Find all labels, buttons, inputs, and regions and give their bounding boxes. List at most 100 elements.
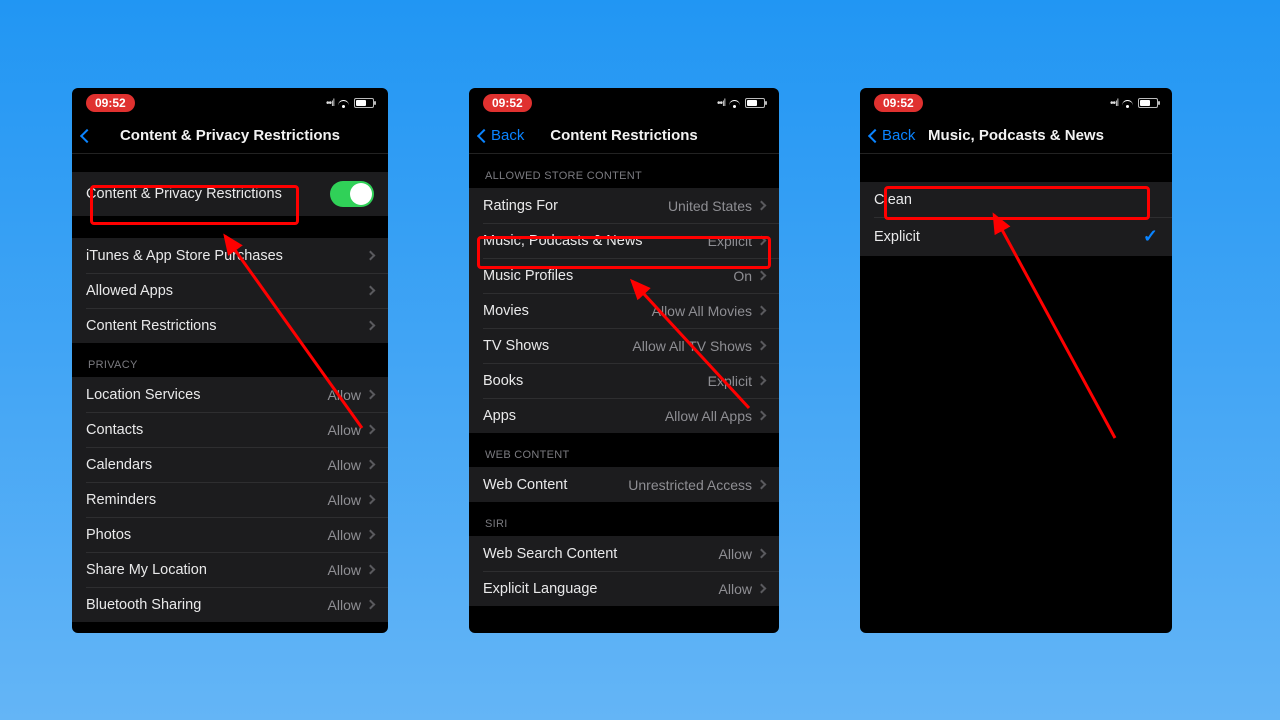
chevron-right-icon	[757, 306, 767, 316]
wifi-icon	[338, 98, 350, 108]
checkmark-icon: ✓	[1143, 226, 1158, 247]
chevron-left-icon	[477, 128, 491, 142]
row-value: Allow	[328, 492, 361, 508]
chevron-right-icon	[366, 530, 376, 540]
movies-row[interactable]: Movies Allow All Movies	[469, 293, 779, 328]
row-label: Music Profiles	[483, 268, 733, 284]
row-label: Movies	[483, 303, 652, 319]
row-value: Allow	[719, 546, 752, 562]
content-scroll[interactable]: Content & Privacy Restrictions iTunes & …	[72, 154, 388, 633]
recording-time-pill: 09:52	[86, 94, 135, 112]
row-label: Clean	[874, 192, 1158, 208]
row-value: Allow	[328, 597, 361, 613]
row-value: Allow	[328, 457, 361, 473]
allowed-store-content-header: ALLOWED STORE CONTENT	[469, 154, 779, 188]
row-value: Explicit	[708, 233, 752, 249]
privacy-section-header: PRIVACY	[72, 343, 388, 377]
row-value: Allow	[719, 581, 752, 597]
nav-bar: Back Content Restrictions	[469, 118, 779, 154]
nav-bar: Content & Privacy Restrictions	[72, 118, 388, 154]
row-label: Photos	[86, 527, 328, 543]
web-content-row[interactable]: Web Content Unrestricted Access	[469, 467, 779, 502]
siri-header: SIRI	[469, 502, 779, 536]
books-row[interactable]: Books Explicit	[469, 363, 779, 398]
itunes-app-store-purchases-row[interactable]: iTunes & App Store Purchases	[72, 238, 388, 273]
share-my-location-row[interactable]: Share My Location Allow	[72, 552, 388, 587]
web-content-header: WEB CONTENT	[469, 433, 779, 467]
content-scroll[interactable]: ALLOWED STORE CONTENT Ratings For United…	[469, 154, 779, 633]
row-label: Contacts	[86, 422, 328, 438]
row-label: Books	[483, 373, 708, 389]
row-value: On	[733, 268, 752, 284]
row-label: Apps	[483, 408, 665, 424]
chevron-right-icon	[366, 600, 376, 610]
wifi-icon	[1122, 98, 1134, 108]
chevron-left-icon	[80, 128, 94, 142]
explicit-language-row[interactable]: Explicit Language Allow	[469, 571, 779, 606]
row-label: Explicit Language	[483, 581, 719, 597]
store-content-group: Ratings For United States Music, Podcast…	[469, 188, 779, 433]
chevron-right-icon	[366, 565, 376, 575]
content-restrictions-row[interactable]: Content Restrictions	[72, 308, 388, 343]
clean-option-row[interactable]: Clean	[860, 182, 1172, 217]
row-label: Share My Location	[86, 562, 328, 578]
cellular-signal-icon	[717, 97, 725, 109]
apps-row[interactable]: Apps Allow All Apps	[469, 398, 779, 433]
back-button[interactable]: Back	[870, 127, 915, 144]
reminders-row[interactable]: Reminders Allow	[72, 482, 388, 517]
battery-icon	[1138, 98, 1158, 108]
back-button[interactable]: Back	[479, 127, 524, 144]
chevron-left-icon	[868, 128, 882, 142]
row-value: Allow	[328, 527, 361, 543]
chevron-right-icon	[757, 549, 767, 559]
row-value: United States	[668, 198, 752, 214]
row-label: Web Search Content	[483, 546, 719, 562]
music-profiles-row[interactable]: Music Profiles On	[469, 258, 779, 293]
row-label: iTunes & App Store Purchases	[86, 248, 367, 264]
bluetooth-sharing-row[interactable]: Bluetooth Sharing Allow	[72, 587, 388, 622]
web-content-group: Web Content Unrestricted Access	[469, 467, 779, 502]
chevron-right-icon	[366, 251, 376, 261]
privacy-group: Location Services Allow Contacts Allow C…	[72, 377, 388, 622]
back-label: Back	[491, 127, 524, 144]
row-label: Explicit	[874, 229, 1143, 245]
tv-shows-row[interactable]: TV Shows Allow All TV Shows	[469, 328, 779, 363]
screenshot-2: 09:52 Back Content Restrictions ALLOWED …	[469, 88, 779, 633]
cellular-signal-icon	[1110, 97, 1118, 109]
row-label: TV Shows	[483, 338, 632, 354]
row-value: Allow	[328, 562, 361, 578]
row-value: Explicit	[708, 373, 752, 389]
row-value: Allow	[328, 387, 361, 403]
music-podcasts-news-row[interactable]: Music, Podcasts & News Explicit	[469, 223, 779, 258]
calendars-row[interactable]: Calendars Allow	[72, 447, 388, 482]
web-search-content-row[interactable]: Web Search Content Allow	[469, 536, 779, 571]
toggle-group: Content & Privacy Restrictions	[72, 172, 388, 216]
row-label: Content Restrictions	[86, 318, 367, 334]
contacts-row[interactable]: Contacts Allow	[72, 412, 388, 447]
screenshot-1: 09:52 Content & Privacy Restrictions Con…	[72, 88, 388, 633]
chevron-right-icon	[757, 480, 767, 490]
status-icons	[326, 97, 374, 109]
toggle-on-icon[interactable]	[330, 181, 374, 207]
row-value: Unrestricted Access	[628, 477, 752, 493]
row-value: Allow All Apps	[665, 408, 752, 424]
chevron-right-icon	[366, 460, 376, 470]
chevron-right-icon	[366, 425, 376, 435]
content-privacy-restrictions-toggle-row[interactable]: Content & Privacy Restrictions	[72, 172, 388, 216]
chevron-right-icon	[757, 411, 767, 421]
ratings-for-row[interactable]: Ratings For United States	[469, 188, 779, 223]
allowed-apps-row[interactable]: Allowed Apps	[72, 273, 388, 308]
location-services-row[interactable]: Location Services Allow	[72, 377, 388, 412]
chevron-right-icon	[366, 390, 376, 400]
explicit-option-row[interactable]: Explicit ✓	[860, 217, 1172, 256]
nav-title: Content & Privacy Restrictions	[82, 127, 378, 144]
status-bar: 09:52	[860, 88, 1172, 118]
chevron-right-icon	[757, 341, 767, 351]
photos-row[interactable]: Photos Allow	[72, 517, 388, 552]
chevron-right-icon	[757, 376, 767, 386]
content-scroll[interactable]: Clean Explicit ✓	[860, 154, 1172, 633]
back-label: Back	[882, 127, 915, 144]
recording-time-pill: 09:52	[483, 94, 532, 112]
back-button[interactable]	[82, 131, 92, 141]
wifi-icon	[729, 98, 741, 108]
